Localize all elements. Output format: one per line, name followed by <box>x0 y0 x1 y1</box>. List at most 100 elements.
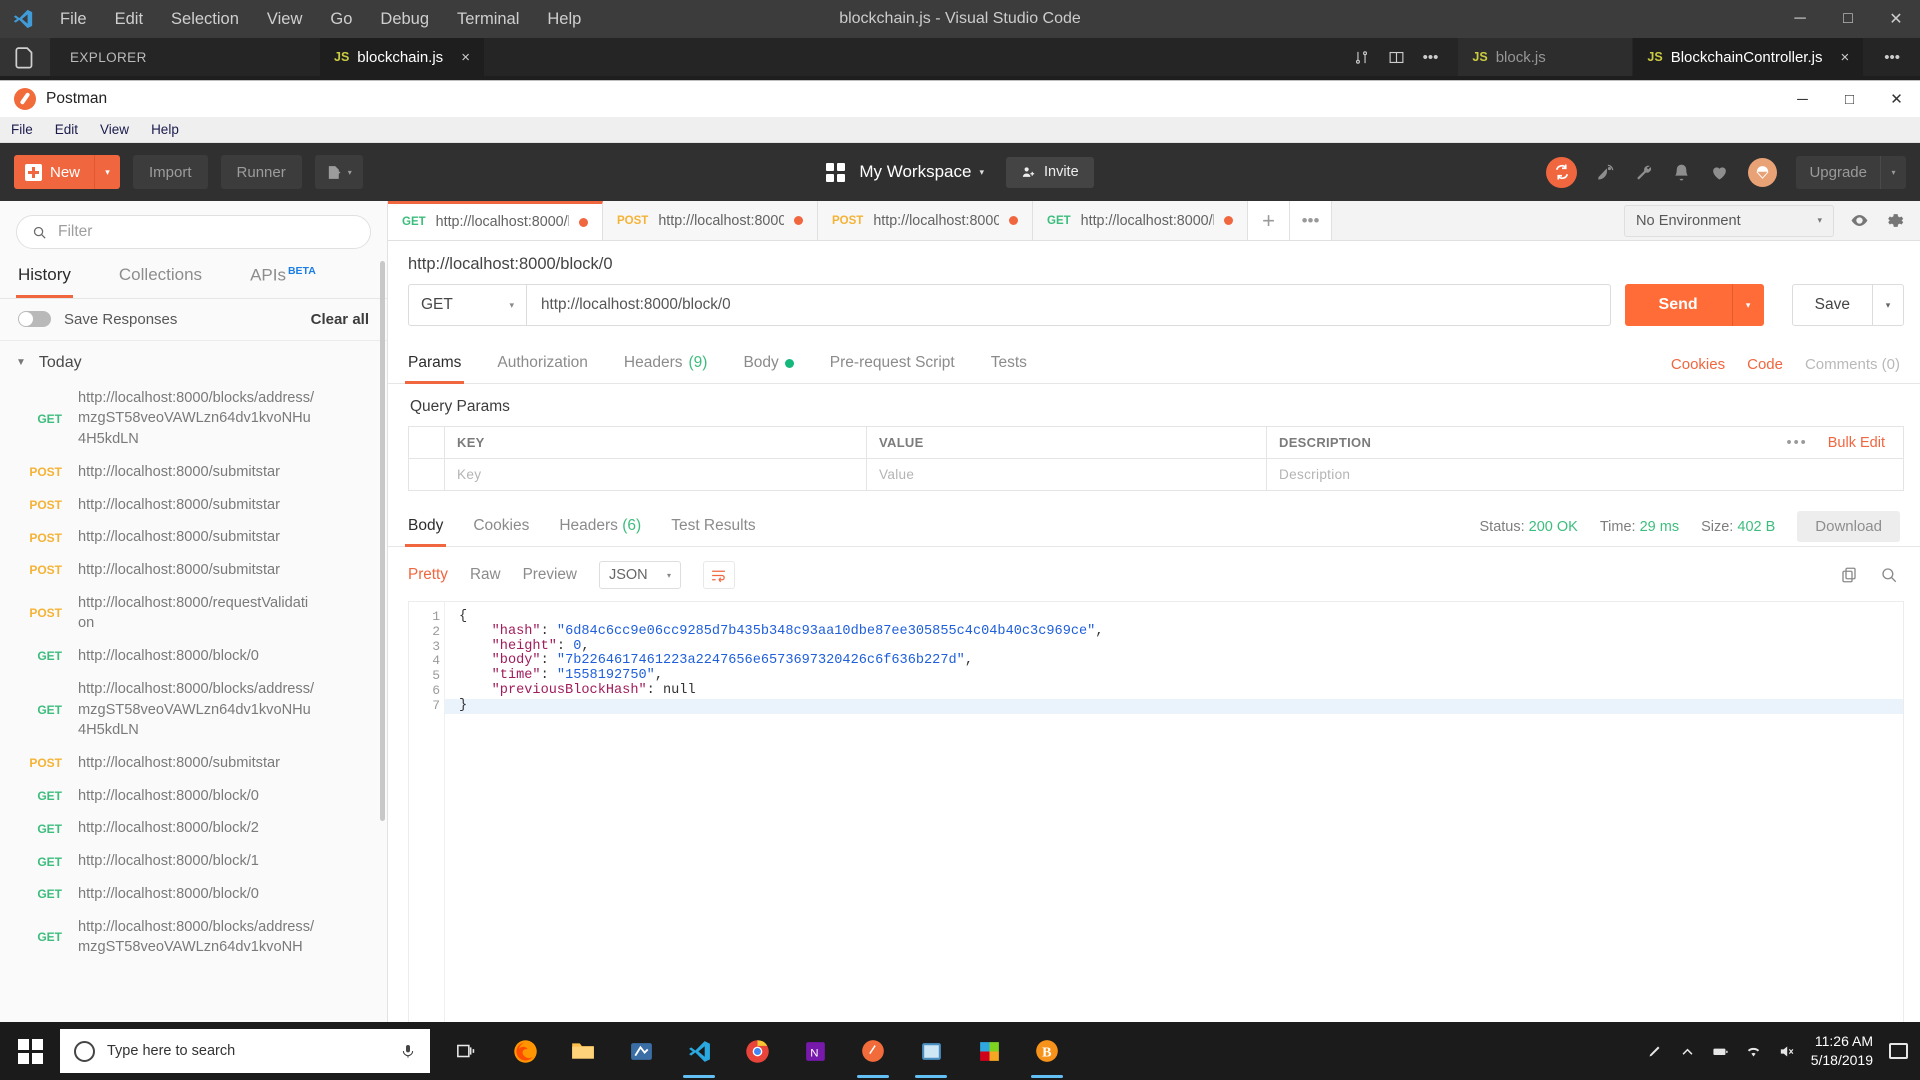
vscode-close-button[interactable]: ✕ <box>1872 0 1920 38</box>
comments-link[interactable]: Comments (0) <box>1805 356 1900 373</box>
taskbar-firefox[interactable] <box>496 1022 554 1080</box>
postman-menubar[interactable]: File Edit View Help <box>0 117 1920 143</box>
taskbar-onenote[interactable]: N <box>786 1022 844 1080</box>
tab-pre-request-script[interactable]: Pre-request Script <box>830 344 955 383</box>
table-row[interactable]: Key Value Description <box>409 459 1903 491</box>
url-input[interactable]: http://localhost:8000/block/0 <box>526 284 1611 326</box>
taskbar-postman[interactable] <box>844 1022 902 1080</box>
vscode-editor-actions[interactable]: ••• <box>1333 38 1459 76</box>
more-actions-icon[interactable]: ••• <box>1423 49 1439 66</box>
filter-input[interactable]: Filter <box>16 215 371 249</box>
request-tab-2[interactable]: POST http://localhost:8000/submits <box>818 201 1033 240</box>
gear-icon[interactable] <box>1885 211 1904 230</box>
postman-menu-view[interactable]: View <box>89 122 140 137</box>
sync-button[interactable] <box>1546 156 1578 188</box>
response-body-editor[interactable]: 1 2 3 4 5 6 7 { "hash": "6d84c6cc9e06cc9… <box>408 601 1904 1023</box>
history-group-today[interactable]: ▼ Today <box>0 341 387 382</box>
vscode-menubar[interactable]: File Edit Selection View Go Debug Termin… <box>46 0 595 38</box>
close-icon[interactable]: × <box>461 49 470 66</box>
eye-icon[interactable] <box>1850 211 1869 230</box>
postman-menu-help[interactable]: Help <box>140 122 190 137</box>
vscode-tab-blockchaincontroller-js[interactable]: JS BlockchainController.js × <box>1633 38 1865 76</box>
taskbar-bitcoin[interactable]: B <box>1018 1022 1076 1080</box>
taskbar-search[interactable]: Type here to search <box>60 1029 430 1073</box>
request-tab-1[interactable]: POST http://localhost:8000/request <box>603 201 818 240</box>
view-raw-button[interactable]: Raw <box>470 566 501 584</box>
method-select[interactable]: GET ▾ <box>408 284 526 326</box>
search-icon[interactable] <box>1880 566 1898 584</box>
tabbar-more-button[interactable]: ••• <box>1290 201 1332 240</box>
clock[interactable]: 11:26 AM 5/18/2019 <box>1811 1032 1873 1070</box>
send-options-caret-icon[interactable]: ▾ <box>1731 284 1764 326</box>
request-tab-3[interactable]: GET http://localhost:8000/blocks/a <box>1033 201 1248 240</box>
postman-close-button[interactable]: ✕ <box>1873 81 1920 117</box>
taskbar-app-blue[interactable] <box>902 1022 960 1080</box>
response-tab-test-results[interactable]: Test Results <box>671 507 755 546</box>
tab-params[interactable]: Params <box>404 344 465 384</box>
sidebar-tab-collections[interactable]: Collections <box>119 259 202 298</box>
sidebar-tab-apis[interactable]: APIs BETA <box>250 259 316 298</box>
vscode-tab-block-js[interactable]: JS block.js <box>1458 38 1634 76</box>
vscode-menu-selection[interactable]: Selection <box>157 0 253 38</box>
new-tab-button[interactable]: + <box>1248 201 1290 240</box>
microphone-icon[interactable] <box>400 1043 416 1059</box>
satellite-icon[interactable] <box>1596 163 1615 182</box>
start-button[interactable] <box>0 1022 60 1080</box>
task-view-button[interactable] <box>438 1022 496 1080</box>
view-pretty-button[interactable]: Pretty <box>408 566 448 584</box>
wifi-icon[interactable] <box>1745 1043 1762 1060</box>
vscode-menu-terminal[interactable]: Terminal <box>443 0 533 38</box>
list-item[interactable]: GET http://localhost:8000/block/1 <box>0 845 387 878</box>
list-item[interactable]: POST http://localhost:8000/submitstar <box>0 456 387 489</box>
vscode-menu-go[interactable]: Go <box>316 0 366 38</box>
more-actions-icon[interactable]: ••• <box>1884 49 1900 66</box>
chevron-down-icon[interactable]: ▾ <box>979 167 984 178</box>
list-item[interactable]: POST http://localhost:8000/submitstar <box>0 521 387 554</box>
list-item[interactable]: POST http://localhost:8000/submitstar <box>0 554 387 587</box>
chevron-down-icon[interactable]: ▼ <box>16 357 26 368</box>
vscode-minimize-button[interactable]: ─ <box>1776 0 1824 38</box>
taskbar-app-generic[interactable] <box>612 1022 670 1080</box>
battery-icon[interactable] <box>1712 1043 1729 1060</box>
new-button[interactable]: New ▾ <box>14 155 121 189</box>
vscode-tabbar-more-actions[interactable]: ••• <box>1864 38 1920 76</box>
new-window-button[interactable]: ▾ <box>314 155 363 189</box>
tab-headers[interactable]: Headers (9) <box>624 344 708 383</box>
import-button[interactable]: Import <box>133 155 208 189</box>
response-tab-cookies[interactable]: Cookies <box>473 507 529 546</box>
list-item[interactable]: GET http://localhost:8000/blocks/address/… <box>0 911 387 964</box>
key-input[interactable]: Key <box>445 459 867 490</box>
environment-select[interactable]: No Environment ▾ <box>1624 204 1834 237</box>
list-item[interactable]: GET http://localhost:8000/blocks/address/… <box>0 673 387 747</box>
taskbar-chrome[interactable] <box>728 1022 786 1080</box>
save-responses-toggle[interactable] <box>18 311 51 328</box>
table-more-icon[interactable]: ••• <box>1787 435 1808 451</box>
sidebar-scrollbar[interactable] <box>380 261 385 821</box>
response-tab-body[interactable]: Body <box>404 507 447 547</box>
clear-all-button[interactable]: Clear all <box>311 311 369 328</box>
download-button[interactable]: Download <box>1797 511 1900 542</box>
avatar[interactable] <box>1748 157 1778 187</box>
wrap-lines-button[interactable] <box>702 561 735 589</box>
code-link[interactable]: Code <box>1747 356 1783 373</box>
row-checkbox[interactable] <box>409 459 445 490</box>
save-button[interactable]: Save <box>1791 284 1872 326</box>
pen-tray-icon[interactable] <box>1646 1043 1663 1060</box>
tab-tests[interactable]: Tests <box>991 344 1027 383</box>
upgrade-button[interactable]: Upgrade ▾ <box>1796 155 1906 189</box>
vscode-activity-bar[interactable] <box>0 38 50 76</box>
response-tab-headers[interactable]: Headers (6) <box>559 507 641 546</box>
vscode-menu-help[interactable]: Help <box>533 0 595 38</box>
list-item[interactable]: GET http://localhost:8000/block/0 <box>0 640 387 673</box>
list-item[interactable]: GET http://localhost:8000/block/0 <box>0 878 387 911</box>
taskbar-app-colored[interactable] <box>960 1022 1018 1080</box>
postman-menu-edit[interactable]: Edit <box>44 122 89 137</box>
volume-mute-icon[interactable] <box>1778 1043 1795 1060</box>
postman-minimize-button[interactable]: ─ <box>1779 81 1826 117</box>
bell-icon[interactable] <box>1672 163 1691 182</box>
taskbar-vscode[interactable] <box>670 1022 728 1080</box>
tab-body[interactable]: Body <box>743 344 794 383</box>
postman-window-buttons[interactable]: ─ □ ✕ <box>1779 81 1920 117</box>
list-item[interactable]: GET http://localhost:8000/block/0 <box>0 780 387 813</box>
bulk-edit-button[interactable]: Bulk Edit <box>1828 435 1885 451</box>
